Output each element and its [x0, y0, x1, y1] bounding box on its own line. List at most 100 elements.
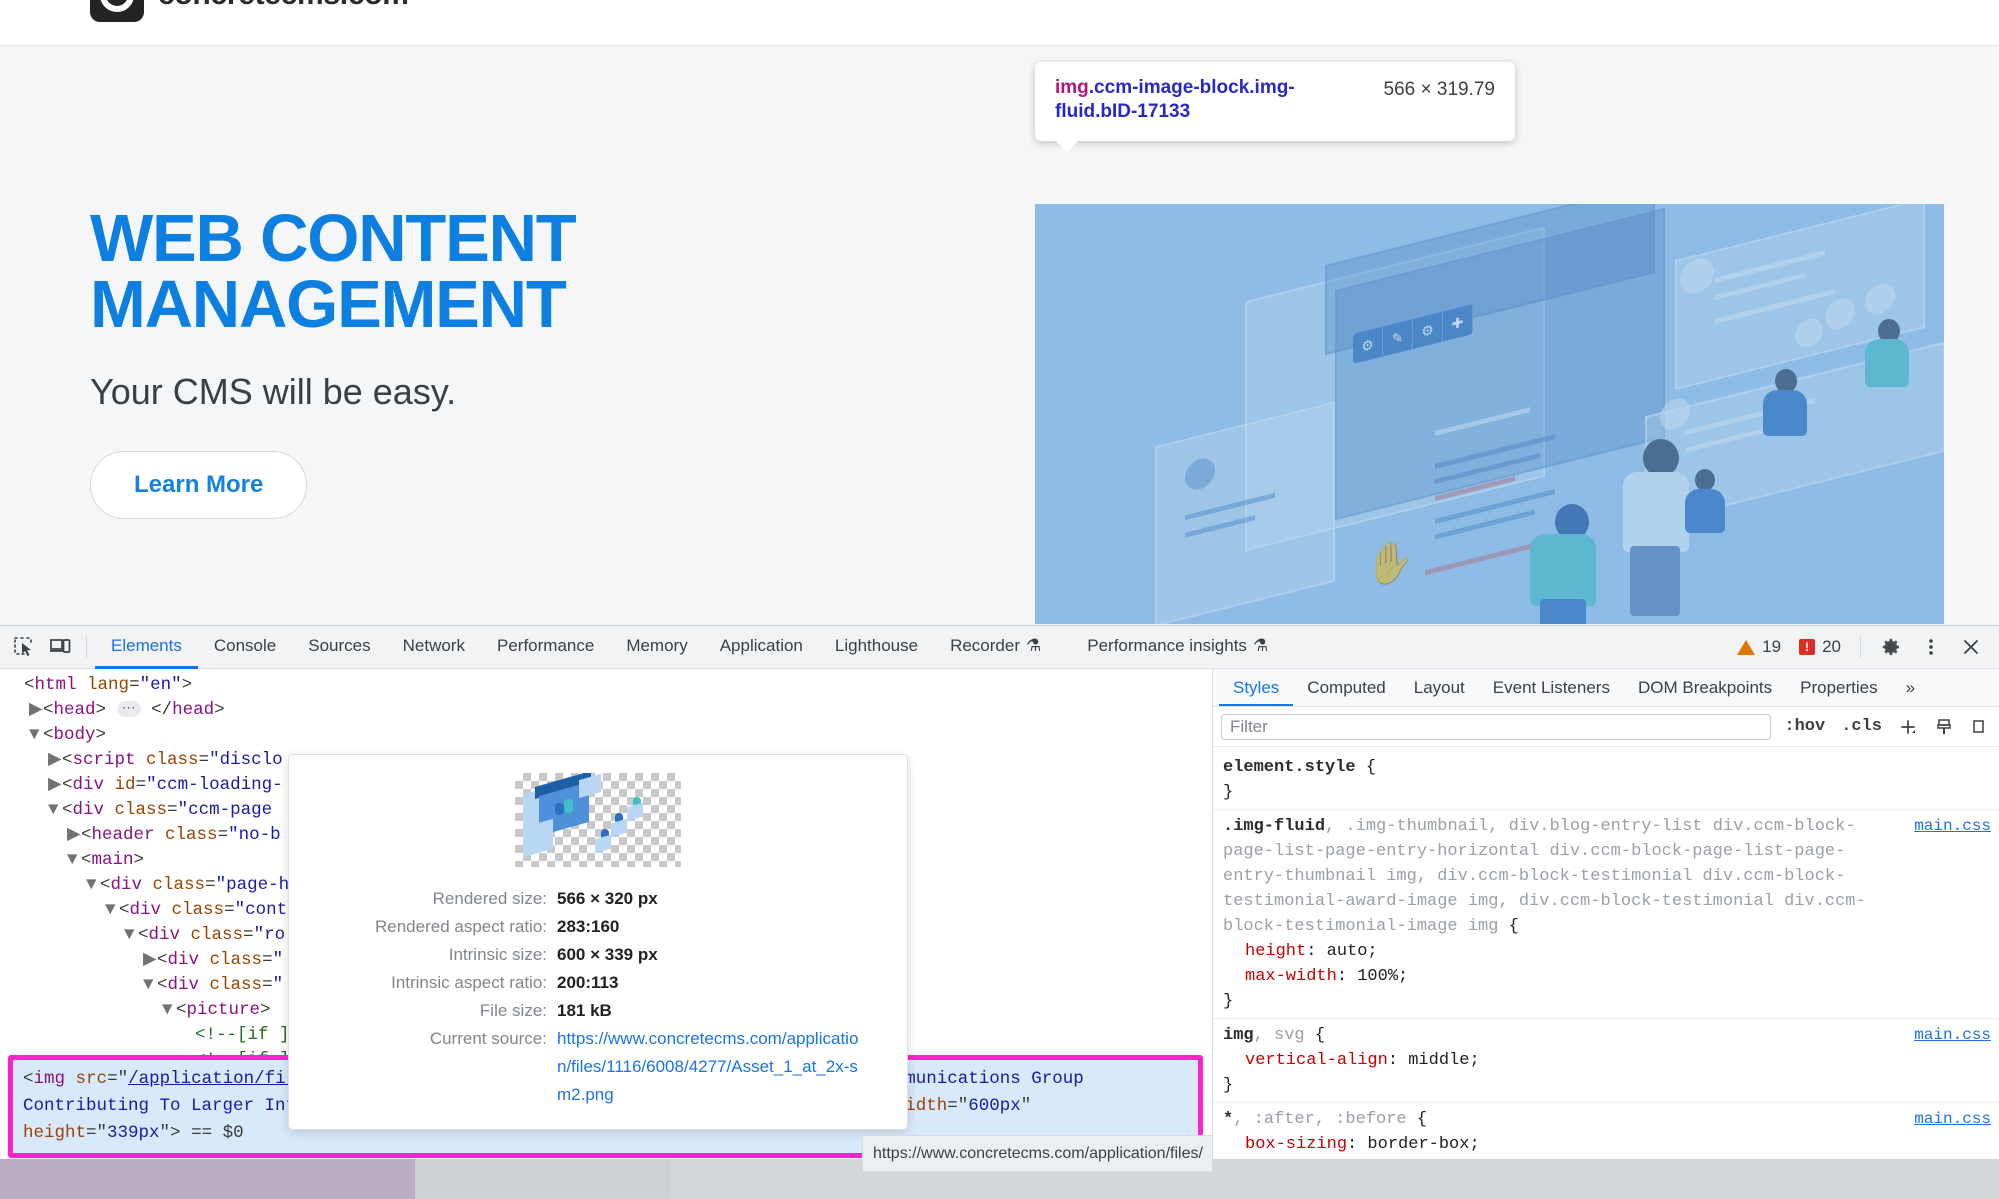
warning-triangle-icon	[1737, 639, 1756, 655]
image-info-row: Current source: https://www.concretecms.c…	[307, 1025, 889, 1109]
thumbnail-art	[515, 773, 681, 867]
css-rule-close-brace: }	[1223, 783, 1234, 802]
tab-styles[interactable]: Styles	[1219, 669, 1294, 706]
tab-network[interactable]: Network	[387, 626, 481, 669]
image-info-row: Intrinsic aspect ratio: 200:113	[307, 969, 889, 997]
image-info-label: Intrinsic size:	[448, 945, 547, 964]
devtools-tab-list: Elements Console Sources Network Perform…	[95, 626, 1284, 669]
tab-dom-breakpoints[interactable]: DOM Breakpoints	[1624, 669, 1786, 706]
error-count: 20	[1822, 637, 1841, 656]
tab-event-listeners[interactable]: Event Listeners	[1479, 669, 1624, 706]
close-icon[interactable]	[1953, 629, 1989, 665]
css-rule[interactable]: main.css img, svg {vertical-align: middle…	[1213, 1019, 1999, 1103]
error-count-badge[interactable]: ! 20	[1792, 637, 1848, 657]
inspect-element-icon[interactable]	[6, 629, 42, 665]
disclosure-triangle-icon[interactable]: ▼	[67, 848, 81, 873]
kebab-menu-icon[interactable]	[1913, 629, 1949, 665]
css-source-link[interactable]: main.css	[1914, 1107, 1991, 1132]
dom-tree-node[interactable]: <html lang="en">	[0, 673, 1212, 698]
css-source-link[interactable]: main.css	[1914, 814, 1991, 839]
tab-memory[interactable]: Memory	[610, 626, 703, 669]
tab-application[interactable]: Application	[704, 626, 819, 669]
inspector-element-tooltip: img.ccm-image-block.img-fluid.bID-17133 …	[1035, 62, 1515, 152]
css-declaration[interactable]: height: auto;	[1223, 939, 1991, 964]
error-square-icon: !	[1799, 639, 1816, 655]
tab-performance[interactable]: Performance	[481, 626, 610, 669]
css-source-link[interactable]: main.css	[1914, 1023, 1991, 1048]
tab-console[interactable]: Console	[198, 626, 292, 669]
tab-layout[interactable]: Layout	[1400, 669, 1479, 706]
toolbar-divider-2	[1860, 636, 1861, 658]
copy-styles-icon[interactable]	[1967, 714, 1993, 740]
disclosure-triangle-icon[interactable]: ▼	[29, 723, 43, 748]
disclosure-triangle-icon[interactable]: ▶	[67, 823, 81, 848]
tab-performance-insights[interactable]: Performance insights ⚗	[1057, 626, 1284, 669]
dom-tree-node[interactable]: ▶<head> ⋯ </head>	[0, 698, 1212, 723]
tab-elements[interactable]: Elements	[95, 626, 198, 669]
cls-toggle-button[interactable]: .cls	[1838, 717, 1885, 736]
css-selector[interactable]: img, svg {	[1223, 1023, 1991, 1048]
dom-tree-node[interactable]: ▼ <body>	[0, 723, 1212, 748]
tab-recorder[interactable]: Recorder ⚗	[934, 626, 1057, 669]
styles-pane: Styles Computed Layout Event Listeners D…	[1212, 669, 1999, 1199]
attr-src-name: src	[75, 1069, 108, 1089]
strip-segment-left	[0, 1159, 415, 1199]
disclosure-triangle-icon[interactable]: ▼	[48, 798, 62, 823]
tab-computed[interactable]: Computed	[1293, 669, 1399, 706]
inspector-selector: img.ccm-image-block.img-fluid.bID-17133	[1055, 76, 1358, 125]
paintbrush-icon[interactable]	[1931, 714, 1957, 740]
hero-title: WEB CONTENT MANAGEMENT	[90, 205, 790, 338]
css-declaration[interactable]: box-sizing: border-box;	[1223, 1132, 1991, 1157]
disclosure-triangle-icon[interactable]: ▼	[162, 998, 176, 1023]
css-selector[interactable]: element.style {	[1223, 755, 1991, 780]
image-info-label: Intrinsic aspect ratio:	[391, 973, 547, 992]
disclosure-triangle-icon[interactable]: ▶	[29, 698, 43, 723]
toolbar-divider	[86, 636, 87, 658]
image-info-label: Current source:	[429, 1029, 547, 1048]
css-selector[interactable]: *, :after, :before {	[1223, 1107, 1991, 1132]
image-info-value: 283:160	[557, 917, 620, 936]
learn-more-button[interactable]: Learn More	[90, 451, 308, 520]
disclosure-triangle-icon[interactable]: ▼	[86, 873, 100, 898]
experiment-flask-icon: ⚗	[1252, 635, 1269, 655]
disclosure-triangle-icon[interactable]: ▼	[124, 923, 138, 948]
hov-toggle-button[interactable]: :hov	[1781, 717, 1828, 736]
console-ref: == $0	[191, 1123, 244, 1143]
disclosure-triangle-icon[interactable]: ▶	[48, 773, 62, 798]
tab-sources[interactable]: Sources	[292, 626, 386, 669]
device-toolbar-icon[interactable]	[42, 629, 78, 665]
devtools-toolbar: Elements Console Sources Network Perform…	[0, 626, 1999, 669]
warning-count-badge[interactable]: 19	[1730, 637, 1788, 657]
devtools-panel: Elements Console Sources Network Perform…	[0, 625, 1999, 1199]
hero-title-line-1: WEB CONTENT	[90, 201, 577, 276]
site-logo[interactable]: concretecms.com	[90, 0, 409, 22]
styles-filter-bar: :hov .cls	[1213, 707, 1999, 747]
gear-icon[interactable]	[1873, 629, 1909, 665]
styles-tab-overflow[interactable]: »	[1892, 669, 1929, 706]
disclosure-triangle-icon[interactable]: ▼	[143, 973, 157, 998]
disclosure-triangle-icon[interactable]: ▶	[48, 748, 62, 773]
styles-filter-input[interactable]	[1221, 713, 1772, 740]
inspector-tag-name: img	[1055, 77, 1089, 98]
dom-tree-pane[interactable]: <html lang="en"> ▶<head> ⋯ </head> ▼ <body>…	[0, 669, 1212, 1199]
css-selector[interactable]: .img-fluid, .img-thumbnail, div.blog-ent…	[1223, 814, 1991, 939]
css-rule[interactable]: main.css .img-fluid, .img-thumbnail, div.…	[1213, 810, 1999, 1019]
css-rule[interactable]: element.style {}	[1213, 751, 1999, 810]
image-info-value: 600 × 339 px	[557, 945, 658, 964]
image-preview-popover: Rendered size: 566 × 320 px Rendered aspec…	[288, 754, 908, 1130]
image-info-row: Rendered aspect ratio: 283:160	[307, 913, 889, 941]
plus-icon[interactable]	[1895, 714, 1921, 740]
disclosure-triangle-icon[interactable]: ▶	[143, 948, 157, 973]
inspector-highlight-overlay	[1035, 204, 1944, 624]
image-source-link[interactable]: https://www.concretecms.com/application/…	[557, 1025, 867, 1109]
hero-illustration-image[interactable]: ⚙ ✎ ⚙ ✚ ✋	[1035, 204, 1944, 624]
css-rules-list: element.style {} main.css .img-fluid, .img…	[1213, 747, 1999, 1199]
disclosure-triangle-icon[interactable]: ▼	[105, 898, 119, 923]
tab-properties[interactable]: Properties	[1786, 669, 1891, 706]
devtools-body: <html lang="en"> ▶<head> ⋯ </head> ▼ <body>…	[0, 669, 1999, 1199]
css-declaration[interactable]: vertical-align: middle;	[1223, 1048, 1991, 1073]
css-rule-close-brace: }	[1223, 992, 1234, 1011]
css-declaration[interactable]: max-width: 100%;	[1223, 964, 1991, 989]
tab-lighthouse[interactable]: Lighthouse	[819, 626, 934, 669]
inspector-dimensions: 566 × 319.79	[1383, 79, 1495, 100]
